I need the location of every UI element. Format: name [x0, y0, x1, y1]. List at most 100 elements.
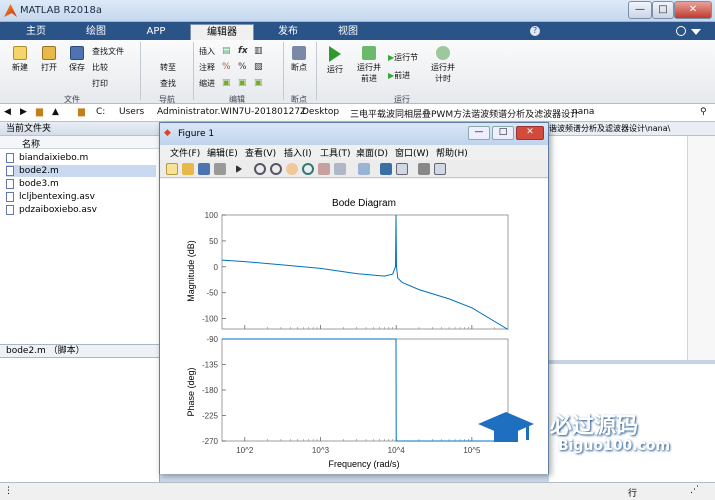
close-button[interactable]: ✕ — [674, 1, 712, 19]
comment-button[interactable]: 注释 — [199, 62, 215, 73]
find-button[interactable]: 查找 — [160, 78, 176, 89]
function-icon[interactable]: fx — [238, 46, 248, 56]
breakpoints-button[interactable]: 断点 — [288, 46, 310, 73]
indent-more-icon[interactable]: ▣ — [238, 78, 247, 88]
tab-apps[interactable]: APP — [124, 24, 188, 40]
run-and-time-button[interactable]: 运行并 计时 — [428, 46, 458, 84]
data-cursor-icon[interactable] — [318, 163, 330, 175]
legend-icon[interactable] — [396, 163, 408, 175]
list-item[interactable]: pdzaiboxiebo.asv — [6, 204, 156, 216]
breadcrumb-admin[interactable]: Administrator.WIN7U-20180127Z — [157, 107, 306, 117]
indent-icon[interactable]: ▣ — [222, 78, 231, 88]
advance-button[interactable]: ▶前进 — [388, 70, 410, 81]
menu-tools[interactable]: 工具(T) — [320, 146, 351, 159]
run-section-button[interactable]: ▶运行节 — [388, 52, 418, 63]
scrollbar[interactable] — [687, 136, 715, 362]
wrap-icon[interactable]: ▧ — [254, 62, 263, 72]
tab-publish[interactable]: 发布 — [256, 24, 320, 40]
file-icon — [6, 204, 14, 215]
help-icon[interactable]: ? — [530, 26, 540, 36]
breadcrumb-drive[interactable]: C: — [96, 107, 105, 117]
forward-icon[interactable]: ▶ — [20, 107, 27, 117]
search-icon[interactable] — [676, 26, 686, 36]
folder-open-icon — [42, 46, 56, 60]
breadcrumb-project[interactable]: 三电平载波同相层叠PWM方法谐波频谱分析及滤波器设计 — [350, 107, 579, 120]
rotate-icon[interactable] — [302, 163, 314, 175]
minimize-button[interactable]: — — [468, 126, 490, 140]
watermark-url: Biguo100.com — [558, 438, 671, 454]
zoom-out-icon[interactable] — [270, 163, 282, 175]
ribbon-divider — [283, 42, 284, 100]
column-name[interactable]: 名称 — [22, 137, 40, 150]
open-icon[interactable] — [182, 163, 194, 175]
phase-ytick-label: -270 — [202, 437, 219, 446]
back-icon[interactable]: ◀ — [4, 107, 11, 117]
new-button[interactable]: 新建 — [6, 46, 34, 73]
column-header[interactable]: 名称 — [0, 136, 160, 150]
goto-button[interactable]: 转至 — [160, 62, 176, 73]
print-button[interactable]: 打印 — [92, 78, 108, 89]
print-icon[interactable] — [214, 163, 226, 175]
resize-grip-icon[interactable]: ⋰ — [690, 485, 699, 495]
address-bar[interactable]: ◀ ▶ ▆ ▲ ▆ C: Users Administrator.WIN7U-2… — [0, 104, 715, 122]
run-advance-button[interactable]: 运行并 前进 — [354, 46, 384, 84]
new-figure-icon[interactable] — [166, 163, 178, 175]
menu-insert[interactable]: 插入(I) — [284, 146, 312, 159]
breadcrumb-users[interactable]: Users — [119, 107, 144, 117]
breadcrumb-desktop[interactable]: Desktop — [302, 107, 339, 117]
panel-divider[interactable] — [549, 360, 715, 364]
pan-icon[interactable] — [286, 163, 298, 175]
list-item[interactable]: lcljbentexing.asv — [6, 191, 156, 203]
timer-icon — [436, 46, 450, 60]
maximize-button[interactable]: □ — [652, 1, 674, 19]
tab-home[interactable]: 主页 — [4, 24, 68, 40]
menu-view[interactable]: 查看(V) — [245, 146, 276, 159]
minimize-button[interactable]: — — [628, 1, 652, 19]
brush-icon[interactable] — [334, 163, 346, 175]
folder-icon: ▆ — [36, 107, 43, 117]
run-button[interactable]: 运行 — [322, 46, 348, 75]
close-button[interactable]: ✕ — [516, 126, 544, 140]
find-files-button[interactable]: 查找文件 — [92, 46, 124, 57]
indent-button[interactable]: 缩进 — [199, 78, 215, 89]
tab-plots[interactable]: 绘图 — [64, 24, 128, 40]
figure-icon: ◆ — [164, 128, 171, 138]
list-item[interactable]: bode2.m — [6, 165, 156, 177]
open-button[interactable]: 打开 — [36, 46, 62, 73]
save-button[interactable]: 保存 — [64, 46, 90, 73]
menu-desktop[interactable]: 桌面(D) — [356, 146, 388, 159]
comment-toggle-icon[interactable]: % — [238, 62, 247, 72]
status-bar: ⋮ 行 ⋰ — [0, 482, 715, 500]
comment-icon[interactable]: % — [222, 62, 231, 72]
compare-button[interactable]: 比较 — [92, 62, 108, 73]
xtick-label: 10^4 — [388, 446, 406, 455]
up-folder-icon[interactable]: ▲ — [52, 107, 59, 117]
indent-less-icon[interactable]: ▣ — [254, 78, 263, 88]
cursor-icon[interactable] — [236, 165, 242, 173]
colorbar-icon[interactable] — [380, 163, 392, 175]
list-item[interactable]: biandaixiebo.m — [6, 152, 156, 164]
run-icon — [329, 46, 341, 62]
maximize-button[interactable]: □ — [492, 126, 514, 140]
zoom-in-icon[interactable] — [254, 163, 266, 175]
tab-editor[interactable]: 编辑器 — [190, 24, 254, 40]
menu-help[interactable]: 帮助(H) — [436, 146, 468, 159]
watermark-logo — [476, 410, 536, 450]
menu-file[interactable]: 文件(F) — [170, 146, 200, 159]
list-item[interactable]: bode3.m — [6, 178, 156, 190]
phase-ytick-label: -90 — [206, 335, 218, 344]
hide-tools-icon[interactable] — [418, 163, 430, 175]
insert-icon[interactable]: ▤ — [222, 46, 231, 56]
current-folder-title: 当前文件夹 — [0, 122, 160, 136]
tab-view[interactable]: 视图 — [316, 24, 380, 40]
insert-button[interactable]: 插入 — [199, 46, 215, 57]
link-icon[interactable] — [358, 163, 370, 175]
save-icon[interactable] — [198, 163, 210, 175]
function-menu-icon[interactable]: ▥ — [254, 46, 263, 56]
breadcrumb-nana[interactable]: nana — [572, 107, 594, 117]
menu-edit[interactable]: 编辑(E) — [207, 146, 238, 159]
search-icon[interactable]: ⚲ — [700, 107, 707, 117]
show-tools-icon[interactable] — [434, 163, 446, 175]
menu-window[interactable]: 窗口(W) — [395, 146, 429, 159]
chevron-down-icon[interactable] — [691, 29, 701, 35]
